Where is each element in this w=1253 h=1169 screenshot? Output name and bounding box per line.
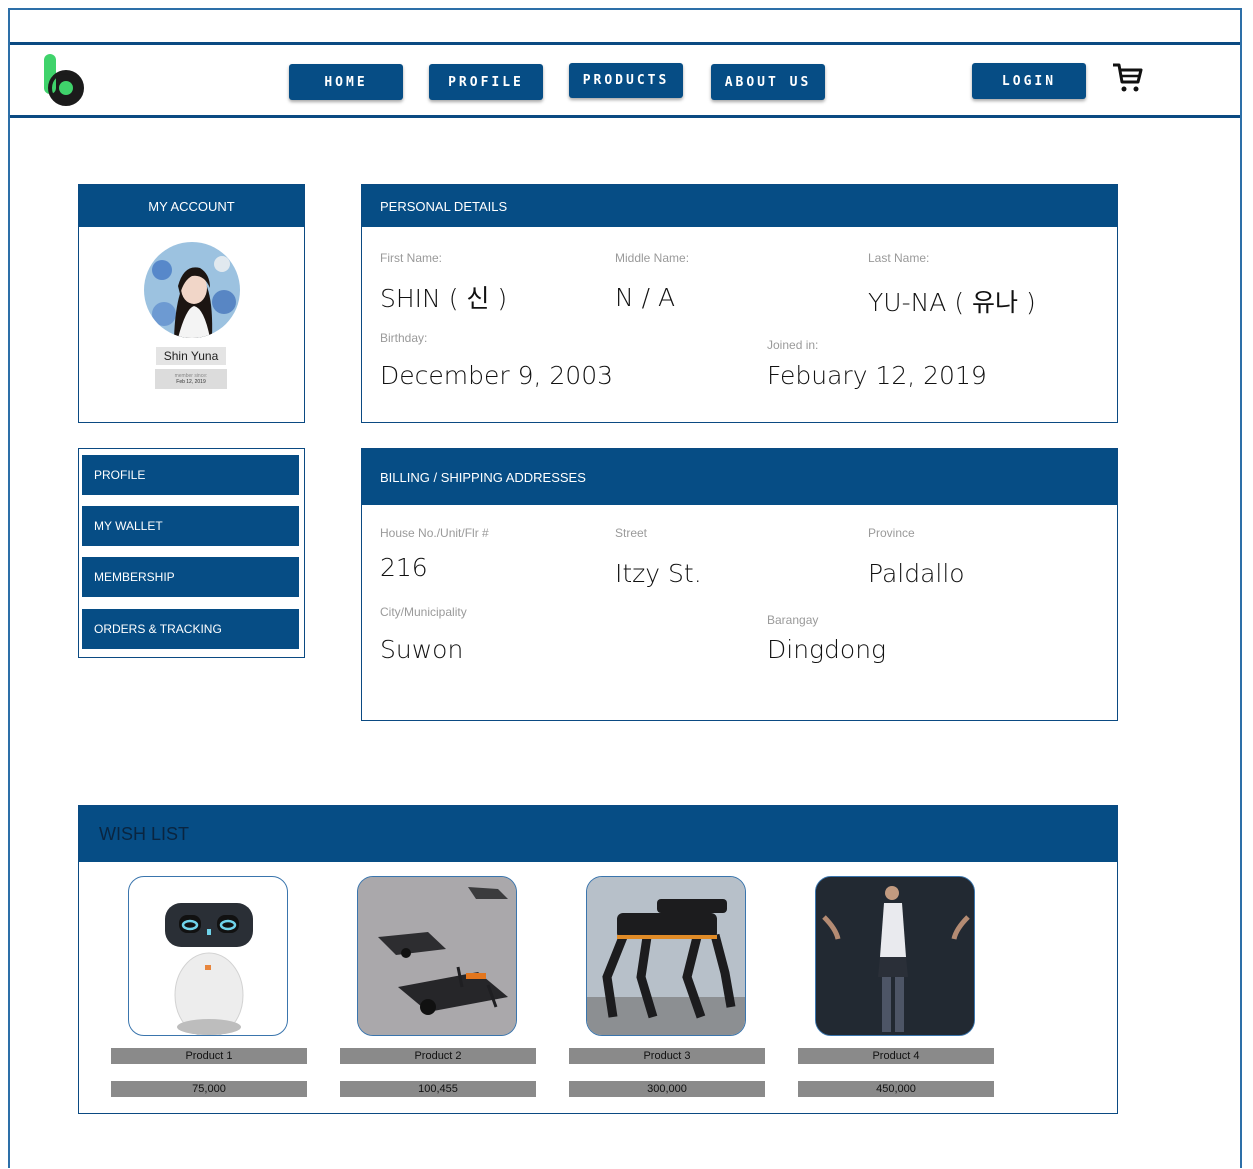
address-title: BILLING / SHIPPING ADDRESSES: [362, 449, 1117, 505]
product-2-image[interactable]: [357, 876, 517, 1036]
first-name-value: SHIN ( 신 ): [380, 284, 508, 313]
first-name-label: First Name:: [380, 251, 443, 265]
product-1-price: 75,000: [111, 1081, 307, 1097]
birthday-label: Birthday:: [380, 331, 428, 345]
product-3-image[interactable]: [586, 876, 746, 1036]
side-menu: PROFILE MY WALLET MEMBERSHIP ORDERS & TR…: [78, 448, 305, 658]
street-label: Street: [615, 526, 648, 540]
nav-about-button[interactable]: ABOUT US: [711, 64, 825, 100]
personal-details-panel: PERSONAL DETAILS First Name: SHIN ( 신 ) …: [361, 184, 1118, 423]
my-account-title: MY ACCOUNT: [79, 185, 304, 227]
shopping-cart-icon[interactable]: [1110, 62, 1144, 94]
wish-list-panel: WISH LIST Product 1 Product 2 Product 3 …: [78, 805, 1118, 1114]
middle-name-value: N / A: [615, 283, 676, 312]
member-since-badge: member since: Feb 12, 2019: [155, 369, 227, 389]
member-since-date: Feb 12, 2019: [176, 379, 206, 385]
city-value: Suwon: [380, 635, 464, 664]
nav-profile-button[interactable]: PROFILE: [429, 64, 543, 100]
barangay-label: Barangay: [767, 613, 819, 627]
nav-products-button[interactable]: PRODUCTS: [569, 63, 683, 98]
side-menu-profile[interactable]: PROFILE: [82, 455, 299, 495]
side-menu-orders[interactable]: ORDERS & TRACKING: [82, 609, 299, 649]
barangay-value: Dingdong: [767, 635, 887, 664]
province-value: Paldallo: [868, 559, 965, 588]
product-3-price: 300,000: [569, 1081, 765, 1097]
login-button[interactable]: LOGIN: [972, 63, 1086, 99]
product-4-name[interactable]: Product 4: [798, 1048, 994, 1064]
product-4-price: 450,000: [798, 1081, 994, 1097]
product-1-name[interactable]: Product 1: [111, 1048, 307, 1064]
street-value: Itzy St.: [615, 559, 702, 588]
product-4-image[interactable]: [815, 876, 975, 1036]
side-menu-wallet[interactable]: MY WALLET: [82, 506, 299, 546]
product-2-price: 100,455: [340, 1081, 536, 1097]
birthday-value: December 9, 2003: [380, 361, 614, 390]
product-1-image[interactable]: [128, 876, 288, 1036]
last-name-label: Last Name:: [868, 251, 930, 265]
house-label: House No./Unit/Flr #: [380, 526, 489, 540]
house-value: 216: [380, 553, 428, 582]
middle-name-label: Middle Name:: [615, 251, 690, 265]
my-account-panel: MY ACCOUNT Shin Yuna member since: Feb 1…: [78, 184, 305, 423]
personal-details-title: PERSONAL DETAILS: [362, 185, 1117, 227]
city-label: City/Municipality: [380, 605, 467, 619]
joined-label: Joined in:: [767, 338, 819, 352]
product-2-name[interactable]: Product 2: [340, 1048, 536, 1064]
last-name-value: YU-NA ( 유나 ): [868, 288, 1036, 317]
avatar: [144, 242, 240, 338]
nav-home-button[interactable]: HOME: [289, 64, 403, 100]
wish-list-title: WISH LIST: [79, 806, 1117, 862]
account-name: Shin Yuna: [156, 347, 226, 365]
province-label: Province: [868, 526, 915, 540]
product-3-name[interactable]: Product 3: [569, 1048, 765, 1064]
address-panel: BILLING / SHIPPING ADDRESSES House No./U…: [361, 448, 1118, 721]
side-menu-membership[interactable]: MEMBERSHIP: [82, 557, 299, 597]
brand-logo-icon[interactable]: [40, 52, 92, 108]
joined-value: Febuary 12, 2019: [767, 361, 987, 390]
